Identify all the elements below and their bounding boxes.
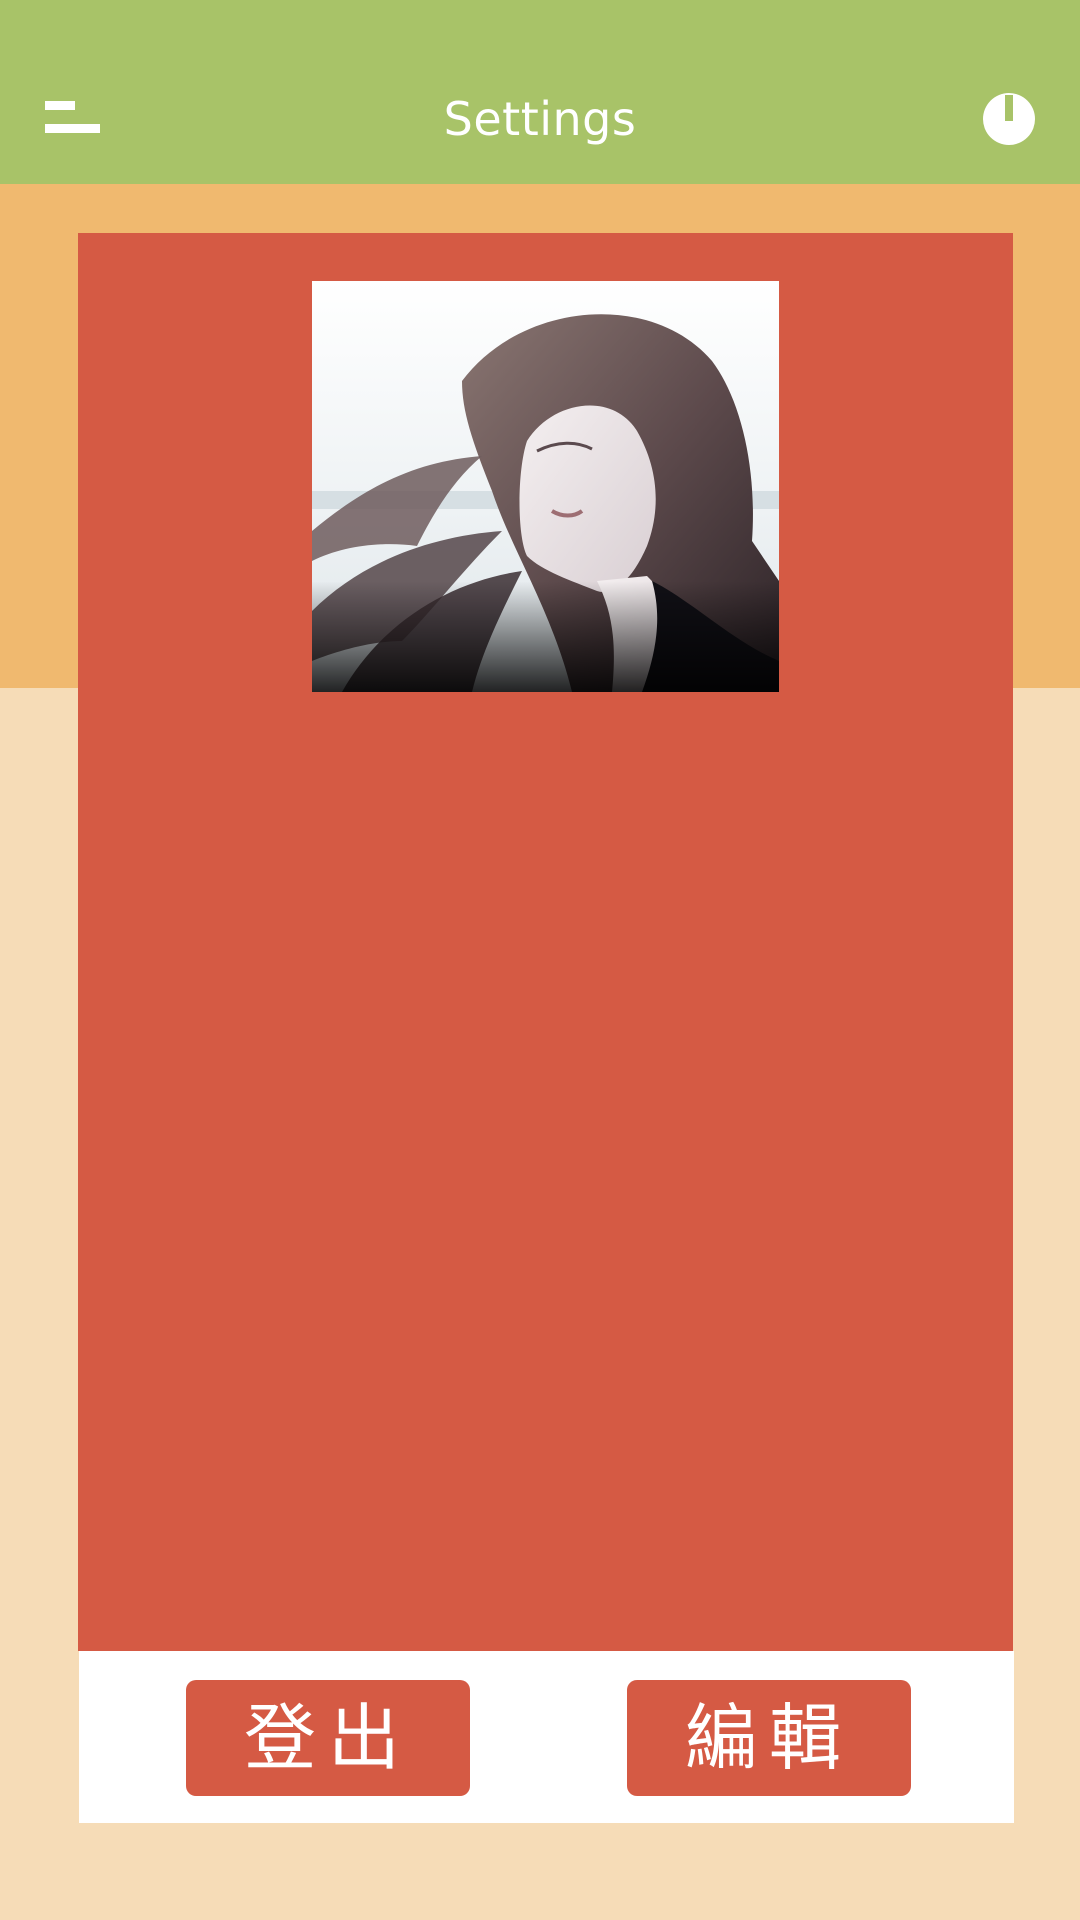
profile-photo-image bbox=[312, 281, 779, 692]
power-icon[interactable] bbox=[982, 92, 1036, 146]
logout-button[interactable]: 登出 bbox=[186, 1680, 470, 1796]
power-icon-graphic bbox=[983, 93, 1035, 145]
edit-button[interactable]: 編輯 bbox=[627, 1680, 911, 1796]
profile-photo bbox=[312, 281, 779, 692]
